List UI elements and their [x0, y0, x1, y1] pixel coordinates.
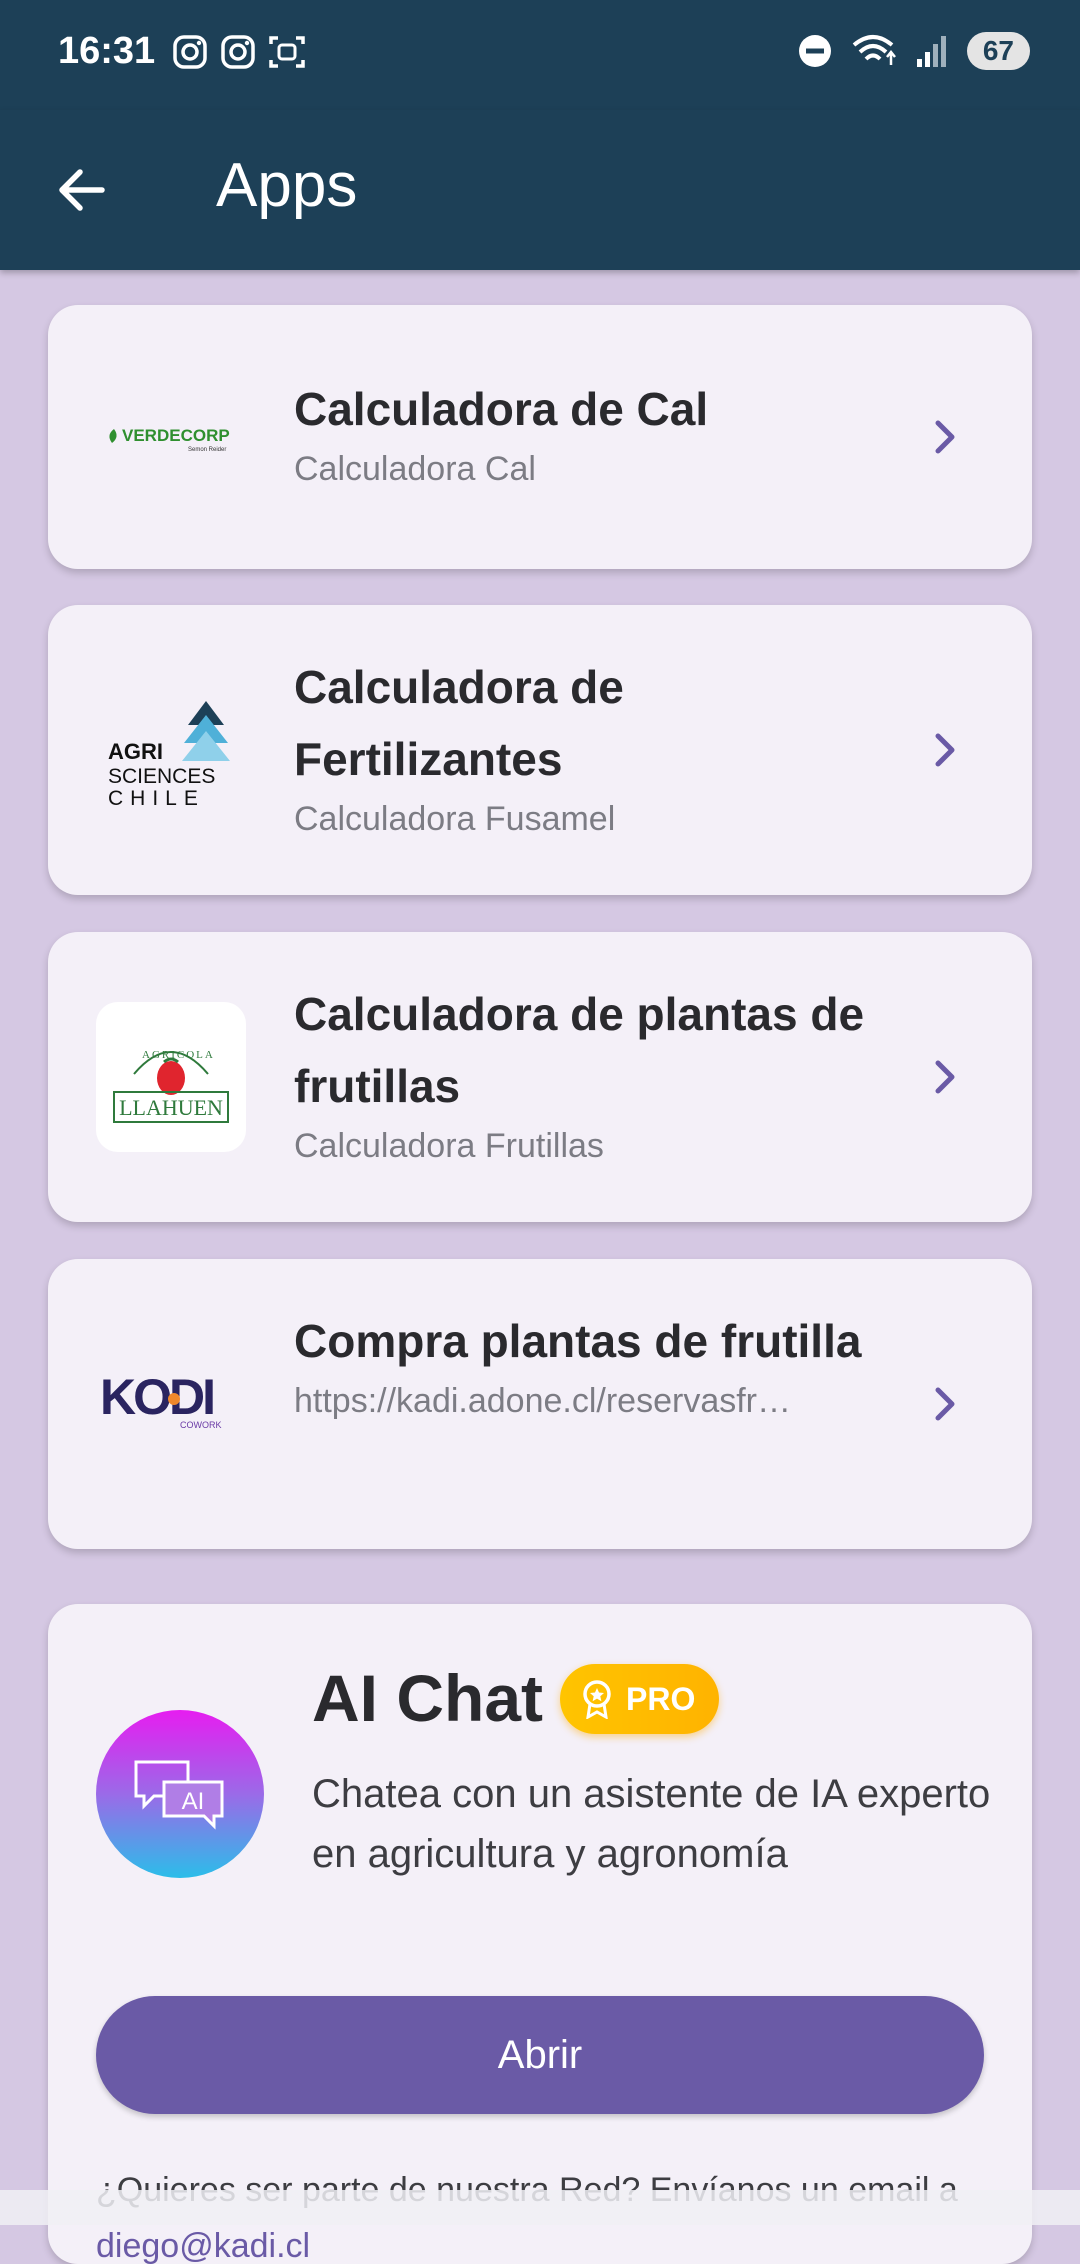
instagram-icon — [221, 35, 255, 69]
svg-text:AGRI: AGRI — [108, 739, 163, 764]
app-card-calculadora-frutillas[interactable]: AGRICOLA LLAHUEN Calculadora de plantas … — [48, 932, 1032, 1222]
svg-text:SCIENCES: SCIENCES — [108, 765, 215, 788]
ai-chat-title: AI Chat — [312, 1661, 543, 1735]
chat-bubbles-icon: AI — [134, 1760, 224, 1830]
award-icon — [583, 1680, 611, 1719]
app-card-calculadora-cal[interactable]: VERDECORP Semon Reider Calculadora de Ca… — [48, 305, 1032, 569]
app-subtitle: Calculadora Frutillas — [294, 1127, 604, 1165]
app-title: Compra plantas de frutilla — [294, 1315, 862, 1367]
app-title: Calculadora de Fertilizantes — [294, 661, 624, 785]
ai-chat-card: AI AI Chat PRO Chatea con un asistente d… — [48, 1604, 1032, 2264]
pro-badge-label: PRO — [626, 1680, 696, 1717]
app-card-compra-plantas[interactable]: KODI COWORK Compra plantas de frutilla h… — [48, 1259, 1032, 1549]
app-card-calculadora-fertilizantes[interactable]: AGRI SCIENCES CHILE Calculadora de Ferti… — [48, 605, 1032, 895]
svg-text:AI: AI — [182, 1788, 205, 1815]
agri-sciences-chile-logo: AGRI SCIENCES CHILE — [96, 675, 246, 825]
svg-text:COWORK: COWORK — [180, 1420, 222, 1430]
app-subtitle: Calculadora Fusamel — [294, 800, 616, 838]
logo-text: VERDECORP — [122, 426, 230, 445]
ai-chat-description: Chatea con un asistente de IA experto en… — [312, 1772, 991, 1876]
page-title: Apps — [216, 151, 358, 220]
svg-text:CHILE: CHILE — [108, 787, 205, 810]
do-not-disturb-icon — [798, 35, 831, 67]
app-title: Calculadora de plantas de frutillas — [294, 988, 865, 1112]
svg-text:AGRICOLA: AGRICOLA — [142, 1049, 215, 1061]
svg-text:LLAHUEN: LLAHUEN — [119, 1095, 223, 1120]
battery-indicator: 67 — [966, 32, 1030, 70]
chevron-right-icon — [935, 420, 955, 454]
app-subtitle: Calculadora Cal — [294, 450, 536, 488]
verdecorp-logo: VERDECORP Semon Reider — [96, 362, 246, 512]
ai-chat-avatar: AI — [96, 1710, 264, 1878]
app-title: Calculadora de Cal — [294, 383, 709, 435]
chevron-right-icon — [935, 1060, 955, 1094]
pro-badge: PRO — [560, 1664, 720, 1734]
signal-icon — [916, 36, 946, 67]
notification-icons — [172, 34, 306, 70]
svg-text:KODI: KODI — [100, 1369, 213, 1425]
chevron-right-icon — [935, 1387, 955, 1421]
app-subtitle: https://kadi.adone.cl/reservasfr… — [294, 1382, 792, 1420]
system-icons: 67 — [797, 32, 1030, 70]
svg-text:Semon Reider: Semon Reider — [188, 447, 226, 453]
wifi-icon — [852, 35, 896, 65]
open-ai-chat-button[interactable]: Abrir — [96, 1996, 984, 2114]
status-bar: 16:31 67 — [0, 0, 1080, 110]
kadi-cowork-logo: KODI COWORK — [96, 1329, 246, 1479]
instagram-icon — [173, 35, 207, 69]
chevron-right-icon — [935, 733, 955, 767]
screenshot-icon — [269, 36, 305, 68]
agricola-llahuen-logo: AGRICOLA LLAHUEN — [96, 1002, 246, 1152]
gesture-bar-area — [0, 2190, 1080, 2225]
arrow-back-icon[interactable] — [52, 160, 112, 220]
status-time: 16:31 — [58, 30, 156, 72]
app-bar: Apps — [0, 110, 1080, 270]
